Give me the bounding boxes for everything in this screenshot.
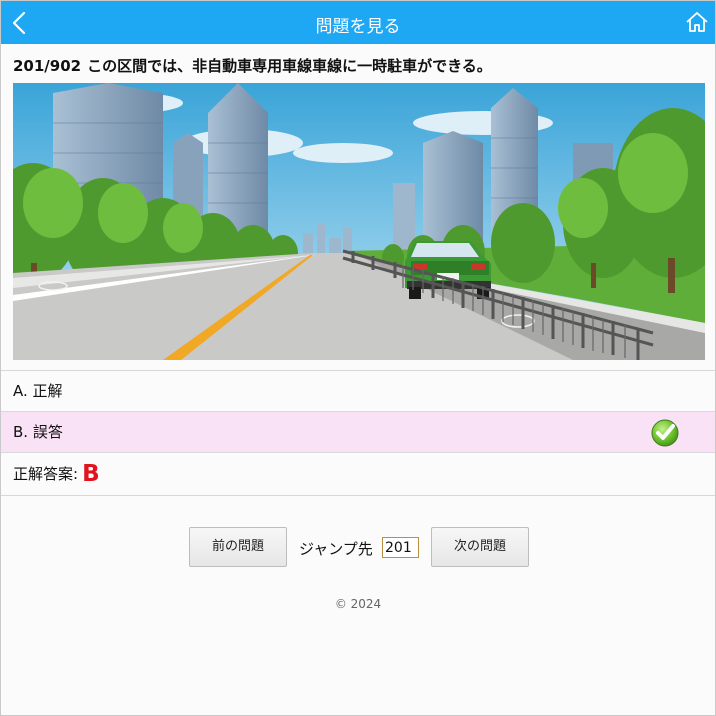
- app-frame: 問題を見る 201/902 この区間では、非自動車専用車線車線に一時駐車ができる。: [0, 0, 716, 716]
- correct-answer-label: 正解答案:: [13, 465, 79, 483]
- check-icon: [651, 419, 679, 447]
- divider: [1, 495, 715, 496]
- question-text: 201/902 この区間では、非自動車専用車線車線に一時駐車ができる。: [13, 55, 707, 76]
- question-body: この区間では、非自動車専用車線車線に一時駐車ができる。: [87, 57, 492, 75]
- home-icon[interactable]: [685, 10, 709, 34]
- jump-label: ジャンプ先: [299, 540, 373, 558]
- copyright: © 2024: [334, 597, 382, 611]
- page-title: 問題を見る: [315, 17, 401, 37]
- prev-question-button[interactable]: 前の問題: [189, 527, 287, 567]
- jump-input[interactable]: [382, 537, 419, 558]
- option-b[interactable]: B. 誤答: [1, 412, 715, 452]
- header-bar: 問題を見る: [1, 1, 715, 44]
- question-image: [13, 83, 705, 360]
- next-question-button[interactable]: 次の問題: [431, 527, 529, 567]
- correct-answer: 正解答案: B: [13, 461, 100, 487]
- option-a[interactable]: A. 正解: [1, 371, 715, 411]
- option-b-label: B. 誤答: [13, 423, 63, 441]
- option-a-label: A. 正解: [13, 382, 63, 400]
- question-number: 201/902: [13, 57, 82, 75]
- divider: [1, 452, 715, 453]
- correct-answer-value: B: [82, 461, 100, 487]
